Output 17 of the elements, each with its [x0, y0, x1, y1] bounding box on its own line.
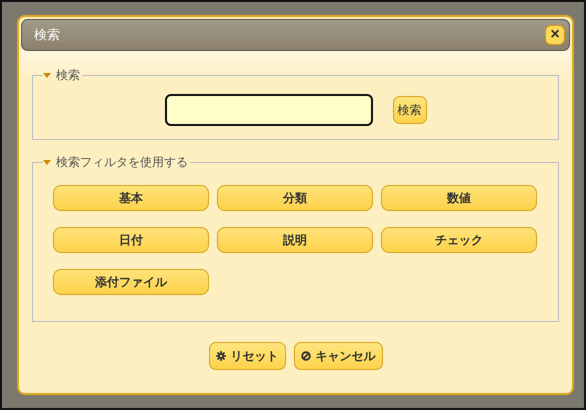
- search-button[interactable]: 検索: [392, 96, 426, 124]
- search-field[interactable]: [164, 94, 372, 126]
- cancel-icon: [300, 351, 310, 361]
- filter-button[interactable]: 数値: [381, 185, 537, 211]
- reset-button[interactable]: リセット: [208, 342, 286, 370]
- gear-icon: [216, 351, 226, 361]
- close-button[interactable]: ×: [545, 25, 565, 45]
- filter-button[interactable]: チェック: [381, 227, 537, 253]
- dialog-title: 検索: [34, 27, 60, 44]
- filter-button[interactable]: 分類: [217, 185, 373, 211]
- filter-button[interactable]: 基本: [53, 185, 209, 211]
- section-legend[interactable]: 検索フィルタを使用する: [43, 154, 190, 171]
- filter-button[interactable]: 説明: [217, 227, 373, 253]
- filter-button[interactable]: 添付ファイル: [53, 269, 209, 295]
- cancel-button[interactable]: キャンセル: [294, 342, 382, 370]
- section-legend[interactable]: 検索: [43, 67, 82, 84]
- filter-button[interactable]: 日付: [53, 227, 209, 253]
